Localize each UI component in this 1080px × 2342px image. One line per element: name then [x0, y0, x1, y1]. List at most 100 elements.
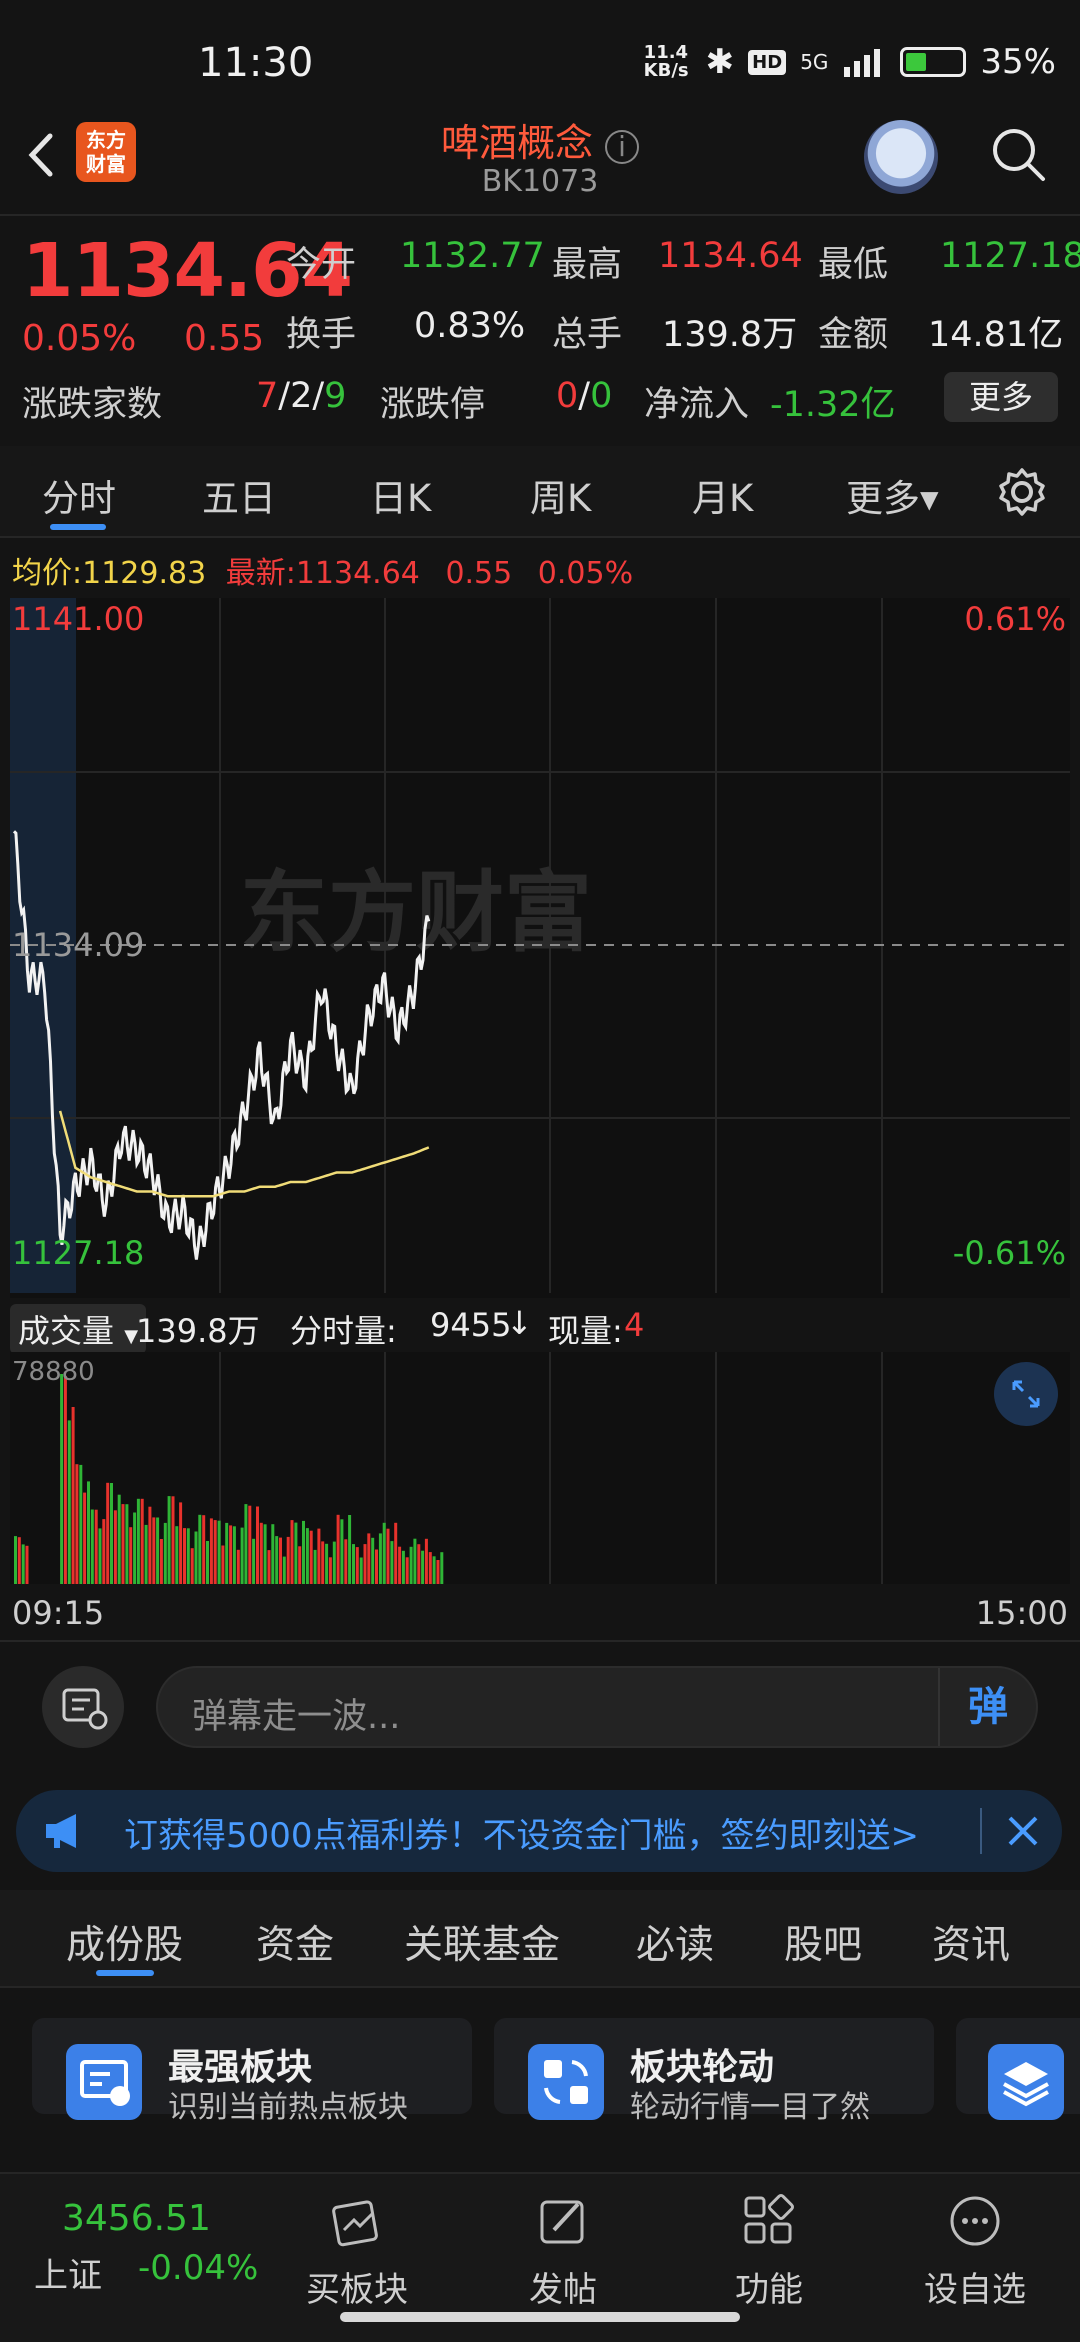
volume-bar: [271, 1524, 275, 1584]
volume-bar: [302, 1520, 305, 1584]
expand-icon[interactable]: [994, 1362, 1058, 1426]
header: 东方 财富 啤酒概念 i BK1073: [0, 120, 1080, 215]
latest-value: 1134.64: [295, 556, 420, 591]
card-strongest-sector[interactable]: 最强板块 识别当前热点板块: [32, 2018, 472, 2125]
volume-bar: [282, 1556, 286, 1584]
axis-bottom-pct: -0.61%: [953, 1234, 1066, 1272]
status-time: 11:30: [198, 40, 314, 86]
volume-bar: [305, 1528, 309, 1584]
volume-bar: [75, 1464, 79, 1584]
nav-post[interactable]: 发帖: [488, 2180, 638, 2311]
volume-bar: [363, 1544, 367, 1584]
amount-label: 金额: [818, 315, 889, 355]
volume-bar: [232, 1526, 236, 1584]
signal-icon: [844, 49, 881, 77]
volume-bar: [294, 1522, 298, 1584]
volume-dropdown-label: 成交量: [18, 1312, 115, 1350]
total-volume-label: 总手: [552, 315, 623, 355]
signal-label: 5G: [800, 50, 829, 74]
nav-label: 发帖: [529, 2270, 597, 2310]
volume-bar: [225, 1522, 229, 1584]
volume-bar: [17, 1537, 21, 1584]
volume-bar: [286, 1536, 290, 1584]
volume-bar: [352, 1544, 355, 1584]
axis-bottom-price: 1127.18: [12, 1234, 144, 1272]
tab-constituents[interactable]: 成份股: [66, 1914, 183, 1970]
volume-bar: [382, 1522, 386, 1584]
volume-bar: [186, 1528, 190, 1584]
volume-bar: [279, 1537, 282, 1584]
volume-bar: [113, 1510, 117, 1584]
barrage-send-button[interactable]: 弹: [938, 1668, 1036, 1746]
divider: [0, 1986, 1080, 1988]
tab-more[interactable]: 更多▾: [846, 468, 939, 522]
tab-intraday[interactable]: 分时: [42, 468, 116, 522]
promo-banner[interactable]: 订获得5000点福利券！不设资金门槛，签约即刻送>: [16, 1790, 1062, 1872]
tab-related-funds[interactable]: 关联基金: [404, 1914, 560, 1970]
nav-label: 买板块: [306, 2270, 408, 2310]
barrage-input[interactable]: 弹幕走一波... 弹: [156, 1666, 1038, 1748]
tab-monthly-k[interactable]: 月K: [692, 468, 753, 522]
info-icon[interactable]: i: [605, 130, 640, 164]
more-quote-button[interactable]: 更多: [944, 372, 1058, 422]
volume-bar: [340, 1519, 344, 1584]
volume-bar: [206, 1541, 209, 1584]
intraday-price-chart[interactable]: 东方财富 1141.00 1134.09 1127.18 0.61% -0.61…: [10, 598, 1070, 1298]
volume-bar: [309, 1530, 313, 1584]
volume-bar: [336, 1514, 340, 1584]
tab-capital[interactable]: 资金: [256, 1914, 334, 1970]
robot-avatar-icon[interactable]: [864, 120, 938, 194]
volume-bar: [367, 1533, 371, 1584]
nav-buy-sector[interactable]: 买板块: [282, 2180, 432, 2311]
close-icon[interactable]: [1004, 1812, 1042, 1850]
low-label: 最低: [818, 245, 889, 285]
tab-five-day[interactable]: 五日: [202, 468, 276, 522]
limit-up: 0: [556, 376, 579, 416]
volume-bar: [221, 1545, 225, 1584]
index-ticker[interactable]: 3456.51 上证 -0.04%: [20, 2184, 280, 2324]
tab-daily-k[interactable]: 日K: [370, 468, 431, 522]
volume-bar: [71, 1407, 75, 1584]
buy-sector-icon: [332, 2200, 378, 2247]
volume-bar: [248, 1505, 252, 1584]
card-sector-rotation[interactable]: 板块轮动 轮动行情一目了然: [494, 2018, 934, 2125]
volume-bar: [348, 1515, 352, 1584]
volume-header: 成交量 ▼ 139.8万 分时量: 9455 ↓ 现量: 4: [10, 1300, 1070, 1354]
volume-dropdown[interactable]: 成交量 ▼: [10, 1304, 147, 1354]
volume-bar: [401, 1550, 405, 1584]
nav-watchlist[interactable]: 设自选: [900, 2180, 1050, 2311]
tab-forum[interactable]: 股吧: [784, 1914, 862, 1970]
volume-bar: [217, 1520, 221, 1584]
barrage-toggle-icon[interactable]: [42, 1666, 124, 1748]
total-volume-value: 139.8万: [662, 315, 798, 355]
volume-bar: [355, 1547, 359, 1584]
volume-bar: [148, 1506, 152, 1584]
tab-weekly-k[interactable]: 周K: [530, 468, 591, 522]
volume-bar: [409, 1546, 413, 1584]
tab-news[interactable]: 资讯: [932, 1914, 1010, 1970]
volume-bar: [290, 1520, 294, 1584]
card-partial[interactable]: [956, 2018, 1080, 2120]
bluetooth-icon: ✱: [705, 42, 735, 82]
volume-bar: [83, 1492, 87, 1584]
search-icon[interactable]: [988, 124, 1048, 184]
promo-text: 订获得5000点福利券！不设资金门槛，签约即刻送>: [124, 1816, 920, 1856]
settings-gear-icon[interactable]: [996, 466, 1048, 518]
volume-chart[interactable]: 78880: [10, 1352, 1070, 1584]
volume-bar: [110, 1483, 113, 1584]
tab-must-read[interactable]: 必读: [636, 1914, 714, 1970]
volume-bar: [209, 1518, 213, 1584]
more-dots-icon: [950, 2196, 1000, 2246]
breadth-up: 7: [256, 376, 279, 416]
period-tabs: 分时 五日 日K 周K 月K 更多▾: [0, 446, 1080, 536]
volume-bar: [421, 1550, 425, 1584]
grid-functions-icon: [744, 2194, 794, 2244]
nav-functions[interactable]: 功能: [694, 2180, 844, 2311]
volume-bar: [440, 1552, 444, 1584]
volume-bar: [21, 1544, 25, 1584]
volume-bar: [152, 1517, 156, 1584]
limit-label: 涨跌停: [380, 385, 486, 425]
volume-bar: [202, 1515, 206, 1584]
volume-bar: [90, 1509, 94, 1584]
volume-total: 139.8万: [136, 1312, 260, 1350]
